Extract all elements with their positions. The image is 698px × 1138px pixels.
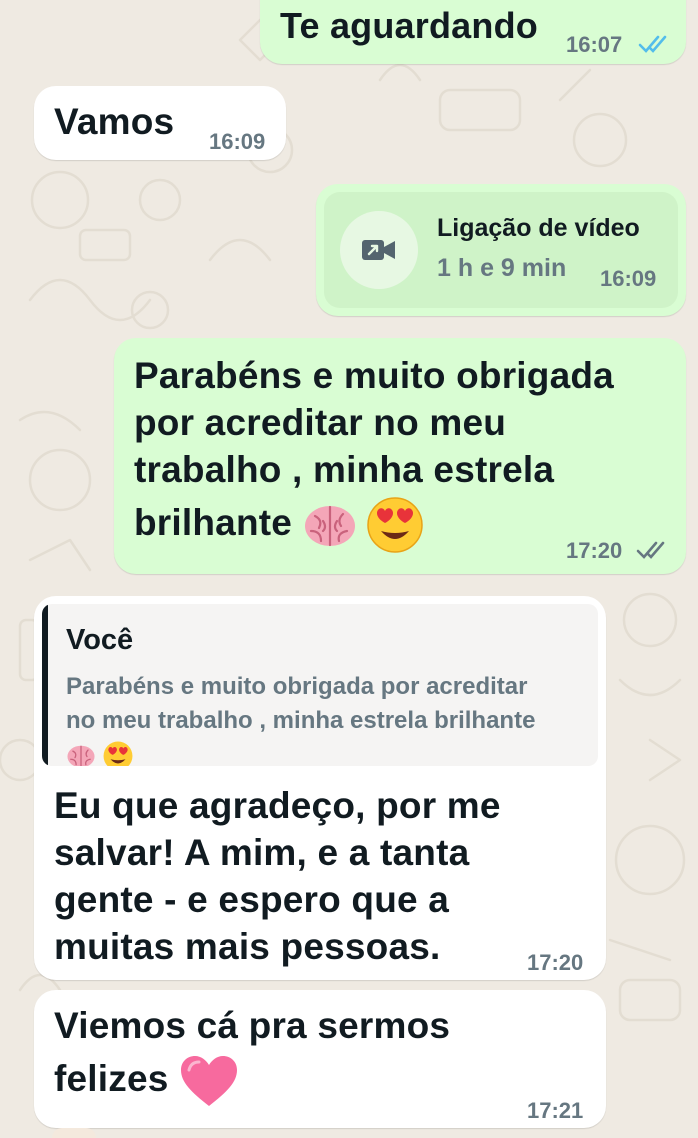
- message-line: salvar! A mim, e a tanta: [54, 832, 470, 873]
- quote-author: Você: [66, 624, 134, 656]
- quote-text: Parabéns e muito obrigada por acreditar …: [66, 670, 535, 766]
- message-line: felizes: [54, 1058, 169, 1099]
- message-line: muitas mais pessoas.: [54, 926, 441, 967]
- message-bubble-incoming[interactable]: Viemos cá pra sermos felizes 17:21: [34, 990, 606, 1128]
- message-time: 16:09: [600, 266, 657, 291]
- message-line: por acreditar no meu: [134, 402, 507, 443]
- message-line: Eu que agradeço, por me: [54, 785, 501, 826]
- video-call-card[interactable]: Ligação de vídeo 1 h e 9 min 16:09: [324, 192, 678, 308]
- delivered-receipt-icon: [636, 541, 665, 559]
- message-time: 16:09: [209, 129, 266, 154]
- call-duration: 1 h e 9 min: [437, 254, 567, 282]
- message-text: Eu que agradeço, por me salvar! A mim, e…: [54, 782, 501, 970]
- quoted-message[interactable]: Você Parabéns e muito obrigada por acred…: [42, 604, 598, 766]
- message-line: trabalho , minha estrela: [134, 449, 555, 490]
- video-call-icon-circle: [340, 211, 418, 289]
- video-call-bubble[interactable]: Ligação de vídeo 1 h e 9 min 16:09: [316, 184, 686, 316]
- quote-bar: [42, 604, 48, 766]
- message-text: Parabéns e muito obrigada por acreditar …: [134, 352, 614, 553]
- video-call-icon: [362, 240, 395, 260]
- pink-heart-emoji: [181, 1056, 237, 1107]
- message-line: gente - e espero que a: [54, 879, 450, 920]
- message-time: 16:07: [566, 32, 623, 57]
- quote-line: no meu trabalho , minha estrela brilhant…: [66, 707, 536, 734]
- message-line: brilhante: [134, 502, 293, 543]
- message-bubble-outgoing[interactable]: Te aguardando 16:07: [260, 0, 686, 64]
- read-receipt-icon: [638, 35, 667, 53]
- message-text: Te aguardando: [280, 5, 538, 46]
- quote-line: Parabéns e muito obrigada por acreditar: [66, 673, 528, 700]
- heart-eyes-emoji: [367, 497, 423, 553]
- message-time: 17:21: [527, 1098, 584, 1123]
- brain-emoji: [304, 506, 355, 547]
- message-bubble-incoming[interactable]: Você Parabéns e muito obrigada por acred…: [34, 596, 606, 980]
- message-time: 17:20: [527, 950, 584, 975]
- message-bubble-outgoing[interactable]: Parabéns e muito obrigada por acreditar …: [114, 338, 686, 574]
- call-title: Ligação de vídeo: [437, 214, 640, 242]
- message-text: Vamos: [54, 101, 175, 142]
- partial-next-message: [52, 1128, 96, 1138]
- message-line: Viemos cá pra sermos: [54, 1005, 451, 1046]
- message-text: Viemos cá pra sermos felizes: [54, 1002, 450, 1109]
- message-line: Parabéns e muito obrigada: [134, 355, 614, 396]
- message-time: 17:20: [566, 538, 623, 563]
- heart-eyes-emoji: [103, 741, 133, 766]
- message-bubble-incoming[interactable]: Vamos 16:09: [34, 86, 286, 160]
- brain-emoji: [67, 745, 95, 766]
